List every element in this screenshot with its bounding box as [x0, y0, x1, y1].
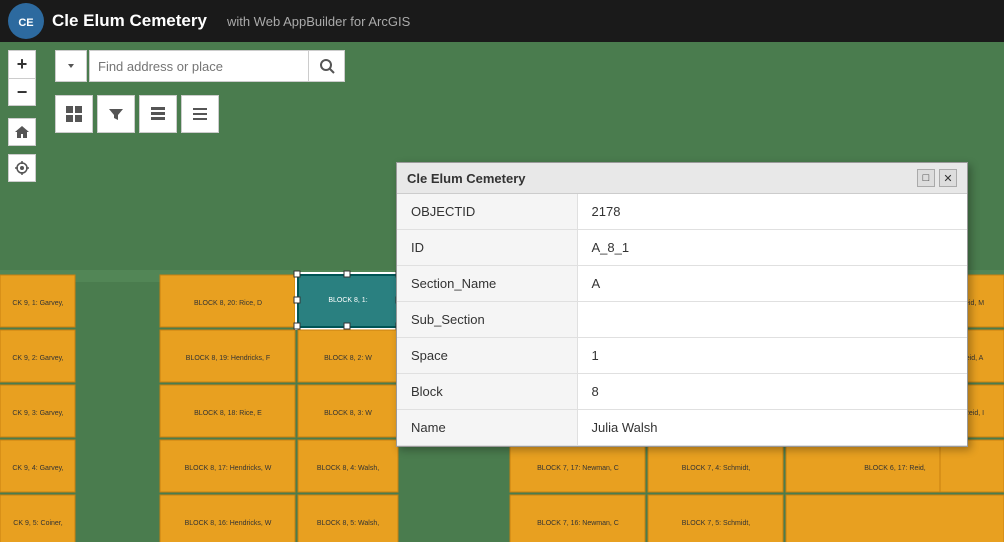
field-label: Space	[397, 338, 577, 374]
table-row: Section_NameA	[397, 266, 967, 302]
svg-text:BLOCK 7, 4: Schmidt,: BLOCK 7, 4: Schmidt,	[682, 465, 751, 472]
svg-text:BLOCK 8, 2: W: BLOCK 8, 2: W	[324, 355, 372, 362]
field-label: ID	[397, 230, 577, 266]
svg-text:CK 9, 1: Garvey,: CK 9, 1: Garvey,	[12, 300, 63, 307]
svg-text:BLOCK 8, 17: Hendricks, W: BLOCK 8, 17: Hendricks, W	[185, 465, 272, 472]
svg-text:BLOCK 8, 16: Hendricks, W: BLOCK 8, 16: Hendricks, W	[185, 520, 272, 527]
svg-text:CK 9, 3: Garvey,: CK 9, 3: Garvey,	[12, 410, 63, 417]
svg-text:CE: CE	[18, 17, 33, 29]
field-value: 1	[577, 338, 967, 374]
table-row: NameJulia Walsh	[397, 410, 967, 446]
field-value: 8	[577, 374, 967, 410]
svg-text:BLOCK 7, 5: Schmidt,: BLOCK 7, 5: Schmidt,	[682, 520, 751, 527]
zoom-out-button[interactable]: −	[8, 78, 36, 106]
svg-text:BLOCK 8, 3: W: BLOCK 8, 3: W	[324, 410, 372, 417]
field-value: A_8_1	[577, 230, 967, 266]
svg-text:BLOCK 6, 17: Reid,: BLOCK 6, 17: Reid,	[864, 465, 926, 472]
table-row: Sub_Section	[397, 302, 967, 338]
app-title: Cle Elum Cemetery	[52, 11, 207, 31]
app-subtitle: with Web AppBuilder for ArcGIS	[227, 14, 410, 29]
field-value	[577, 302, 967, 338]
zoom-in-button[interactable]: +	[8, 50, 36, 78]
search-input[interactable]	[89, 50, 309, 82]
field-label: Block	[397, 374, 577, 410]
app-logo: CE	[8, 3, 44, 39]
svg-text:BLOCK 8, 18: Rice, E: BLOCK 8, 18: Rice, E	[194, 410, 262, 417]
close-button[interactable]: ✕	[939, 169, 957, 187]
field-value: A	[577, 266, 967, 302]
search-button[interactable]	[309, 50, 345, 82]
grid-button[interactable]	[55, 95, 93, 133]
table-row: Block8	[397, 374, 967, 410]
svg-text:BLOCK 7, 16: Newman, C: BLOCK 7, 16: Newman, C	[537, 520, 619, 527]
list-button[interactable]	[181, 95, 219, 133]
svg-text:CK 9, 2: Garvey,: CK 9, 2: Garvey,	[12, 355, 63, 362]
table-row: OBJECTID2178	[397, 194, 967, 230]
filter-button[interactable]	[97, 95, 135, 133]
svg-text:BLOCK 8, 1:: BLOCK 8, 1:	[328, 297, 367, 304]
field-value: 2178	[577, 194, 967, 230]
dropdown-button[interactable]	[55, 50, 87, 82]
svg-text:BLOCK 8, 19: Hendricks, F: BLOCK 8, 19: Hendricks, F	[186, 355, 270, 362]
field-label: Name	[397, 410, 577, 446]
locate-button[interactable]	[8, 154, 36, 182]
field-label: Sub_Section	[397, 302, 577, 338]
svg-text:BLOCK 8, 4: Walsh,: BLOCK 8, 4: Walsh,	[317, 465, 379, 472]
svg-text:CK 9, 4: Garvey,: CK 9, 4: Garvey,	[12, 465, 63, 472]
popup-table: OBJECTID2178IDA_8_1Section_NameASub_Sect…	[397, 194, 967, 446]
popup-title: Cle Elum Cemetery	[407, 171, 526, 186]
svg-text:BLOCK 8, 20: Rice, D: BLOCK 8, 20: Rice, D	[194, 300, 262, 307]
svg-text:BLOCK 7, 17: Newman, C: BLOCK 7, 17: Newman, C	[537, 465, 619, 472]
home-button[interactable]	[8, 118, 36, 146]
table-button[interactable]	[139, 95, 177, 133]
field-value: Julia Walsh	[577, 410, 967, 446]
svg-text:CK 9, 5: Coiner,: CK 9, 5: Coiner,	[13, 520, 62, 527]
svg-text:BLOCK 8, 5: Walsh,: BLOCK 8, 5: Walsh,	[317, 520, 379, 527]
table-row: IDA_8_1	[397, 230, 967, 266]
field-label: Section_Name	[397, 266, 577, 302]
field-label: OBJECTID	[397, 194, 577, 230]
feature-popup: Cle Elum Cemetery □ ✕ OBJECTID2178IDA_8_…	[396, 162, 968, 447]
maximize-button[interactable]: □	[917, 169, 935, 187]
table-row: Space1	[397, 338, 967, 374]
